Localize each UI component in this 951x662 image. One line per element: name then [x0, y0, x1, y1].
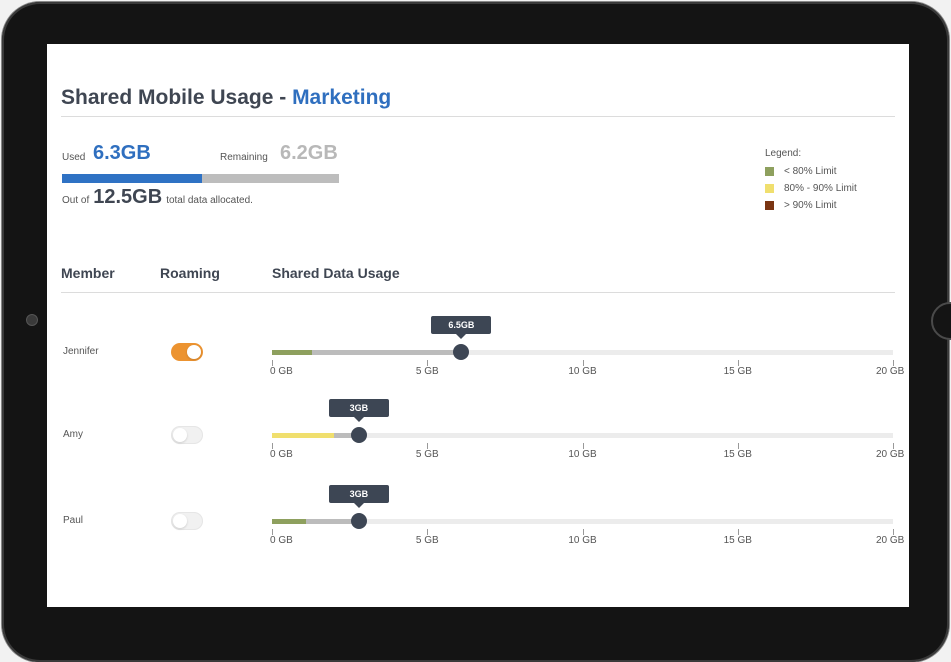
- usage-tooltip: 3GB: [328, 399, 389, 422]
- used-value: 6.3GB: [93, 142, 151, 164]
- used-label: Used: [62, 152, 86, 163]
- usage-tooltip: 6.5GB: [431, 316, 492, 339]
- roaming-toggle[interactable]: [171, 512, 203, 530]
- legend-label: < 80% Limit: [784, 165, 837, 177]
- limit-color-fill: [272, 350, 313, 355]
- roaming-toggle[interactable]: [171, 426, 203, 444]
- usage-progress-fill: [62, 174, 202, 183]
- remaining-label: Remaining: [220, 152, 268, 163]
- member-name: Paul: [63, 515, 84, 526]
- usage-tooltip: 3GB: [328, 485, 389, 508]
- legend-item: < 80% Limit: [765, 165, 857, 177]
- scale-tick-label: 15 GB: [723, 535, 752, 546]
- scale-tick-label: 0 GB: [270, 366, 293, 377]
- title-divider: [61, 116, 895, 117]
- roaming-toggle[interactable]: [171, 343, 203, 361]
- screen: Shared Mobile Usage - Marketing Used 6.3…: [47, 44, 909, 607]
- scale-tick-label: 20 GB: [875, 366, 905, 377]
- column-header-roaming: Roaming: [160, 265, 220, 281]
- member-name: Amy: [63, 429, 83, 440]
- scale-tick-label: 15 GB: [723, 366, 752, 377]
- legend-swatch: [765, 183, 774, 193]
- scale-tick-label: 10 GB: [568, 535, 597, 546]
- slider-handle[interactable]: [350, 513, 367, 529]
- legend-label: 80% - 90% Limit: [784, 182, 857, 194]
- scale-tick-label: 20 GB: [875, 449, 905, 460]
- usage-progress-bar: [62, 174, 339, 183]
- legend-item: 80% - 90% Limit: [765, 182, 857, 194]
- title-department: Marketing: [292, 86, 392, 109]
- table-row: Paul 3GB 0 GB 5 GB 10 GB 15 GB 20 GB: [47, 485, 909, 561]
- usage-slider[interactable]: 6.5GB 0 GB 5 GB 10 GB 15 GB 20 GB: [270, 316, 904, 377]
- legend-swatch: [765, 166, 774, 176]
- legend-swatch: [765, 200, 774, 210]
- scale-tick-label: 20 GB: [875, 535, 905, 546]
- limit-color-fill: [272, 433, 335, 438]
- column-header-member: Member: [61, 265, 115, 281]
- title-prefix: Shared Mobile Usage -: [61, 86, 293, 109]
- scale-tick-label: 10 GB: [568, 366, 597, 377]
- slider-handle[interactable]: [453, 344, 470, 360]
- scale-tick-label: 5 GB: [415, 449, 439, 460]
- scale-tick-label: 5 GB: [415, 366, 439, 377]
- limit-color-fill: [272, 519, 307, 524]
- usage-slider[interactable]: 3GB 0 GB 5 GB 10 GB 15 GB 20 GB: [270, 485, 904, 546]
- legend: Legend: < 80% Limit 80% - 90% Limit > 90…: [765, 148, 857, 216]
- outof-prefix: Out of: [62, 195, 90, 206]
- legend-item: > 90% Limit: [765, 199, 857, 211]
- toggle-knob: [173, 514, 187, 528]
- scale-tick-label: 5 GB: [415, 535, 439, 546]
- scale-tick-label: 10 GB: [568, 449, 597, 460]
- tablet-frame: Shared Mobile Usage - Marketing Used 6.3…: [2, 2, 951, 662]
- member-name: Jennifer: [63, 346, 99, 357]
- toggle-knob: [187, 345, 201, 359]
- usage-slider[interactable]: 3GB 0 GB 5 GB 10 GB 15 GB 20 GB: [270, 399, 904, 460]
- scale-tick-label: 0 GB: [270, 535, 293, 546]
- total-value: 12.5GB: [93, 186, 163, 208]
- table-row: Jennifer 6.5GB 0 GB 5 GB 10 GB 15 GB 20 …: [47, 316, 909, 392]
- legend-title: Legend:: [765, 148, 802, 159]
- outof-suffix: total data allocated.: [166, 195, 253, 206]
- legend-label: > 90% Limit: [784, 199, 837, 211]
- camera-icon: [26, 314, 38, 326]
- remaining-value: 6.2GB: [280, 142, 338, 164]
- table-row: Amy 3GB 0 GB 5 GB 10 GB 15 GB 20 GB: [47, 399, 909, 475]
- toggle-knob: [173, 428, 187, 442]
- slider-handle[interactable]: [350, 427, 367, 443]
- scale-tick-label: 15 GB: [723, 449, 752, 460]
- page-title: Shared Mobile Usage - Marketing: [61, 86, 391, 110]
- total-allocation: Out of 12.5GB total data allocated.: [62, 186, 253, 209]
- header-divider: [61, 292, 895, 293]
- scale-tick-label: 0 GB: [270, 449, 293, 460]
- home-button[interactable]: [931, 302, 951, 340]
- column-header-shared-data-usage: Shared Data Usage: [272, 265, 400, 281]
